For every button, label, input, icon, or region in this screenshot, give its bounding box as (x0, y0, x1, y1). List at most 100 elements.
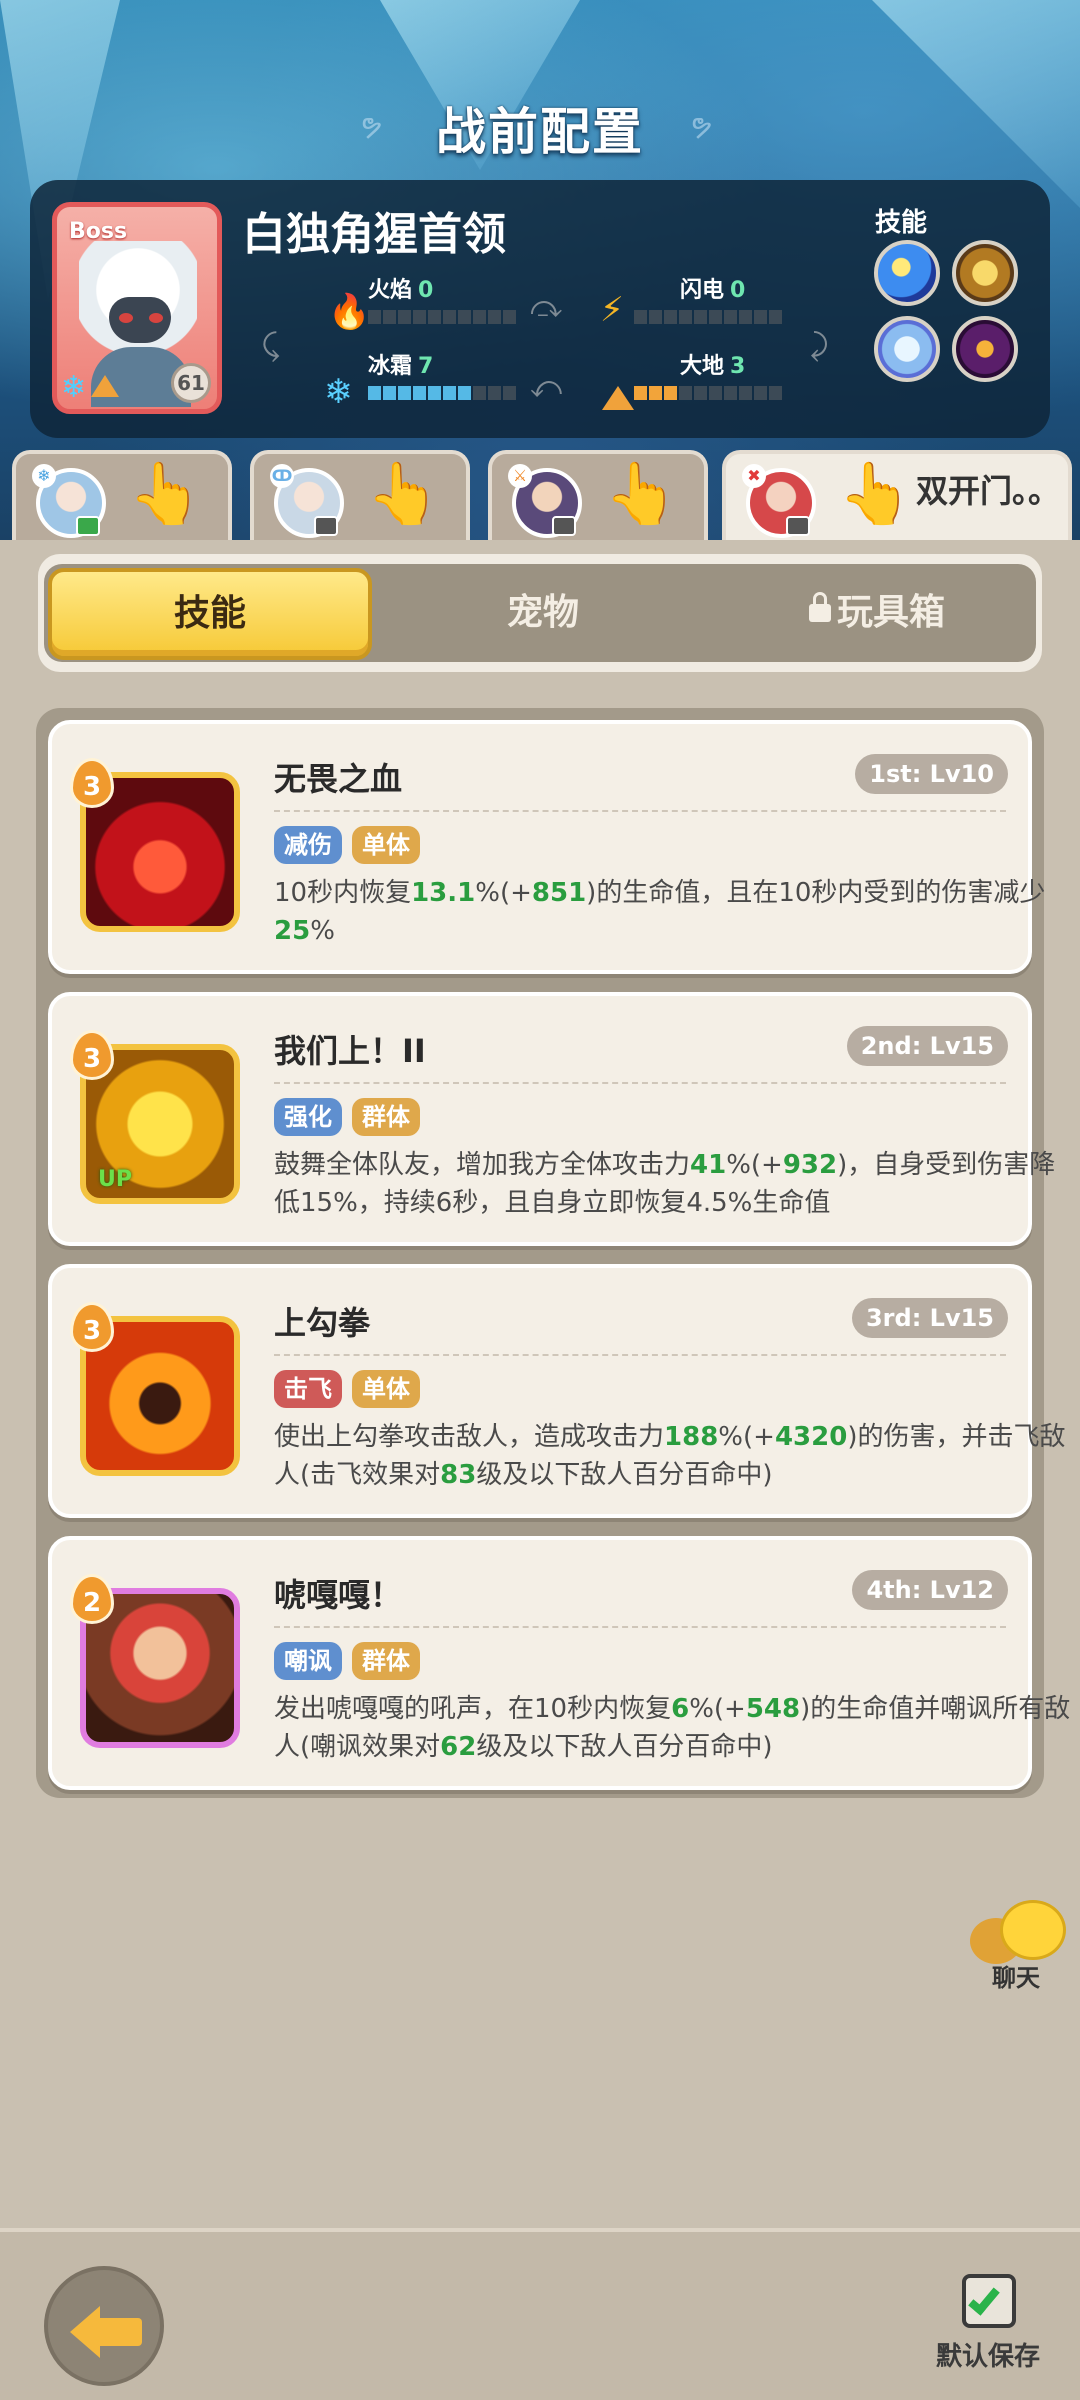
boss-eye (149, 313, 163, 323)
frost-stat-bar (368, 386, 516, 400)
skill-card[interactable]: 3 上勾拳 3rd: Lv15 击飞 单体 使出上勾拳攻击敌人，造成攻击力188… (48, 1264, 1065, 1518)
star-burst-icon[interactable] (874, 240, 940, 306)
battle-scene-background: ຯ ຯ 战前配置 Boss ❄ 61 白独角猩首领 🔥 火焰 0 ⚡ 闪电 0 ❄ … (0, 0, 1080, 560)
skill-tag: 单体 (352, 1370, 420, 1408)
skill-slot-badge: 1st: Lv10 (855, 754, 1008, 794)
hero-tab-4[interactable]: ✖ 👆 双开门。。 (722, 450, 1072, 540)
divider (274, 1354, 1006, 1356)
earth-bar-segment (694, 386, 707, 400)
chat-button[interactable]: 聊天 (970, 1900, 1080, 2000)
earth-bar-segment (754, 386, 767, 400)
cross-mark-icon: ✖ (742, 464, 766, 488)
skill-description: 10秒内恢复13.1%(+851)的生命值，且在10秒内受到的伤害减少25% (274, 878, 1046, 946)
skill-tags: 强化 群体 (274, 1098, 420, 1136)
tap-hand-icon: 👆 (838, 459, 913, 529)
frost-element-icon: ❄ (61, 370, 87, 405)
fire-bar-segment (413, 310, 426, 324)
frost-stat-label: 冰霜 7 (368, 354, 434, 379)
lightning-bar-segment (664, 310, 677, 324)
back-arrow-icon (96, 2318, 142, 2346)
fire-bar-segment (503, 310, 516, 324)
controller-badge-icon (786, 516, 810, 536)
boss-level-badge: 61 (171, 363, 211, 403)
skill-card[interactable]: 2 唬嘎嘎！ 4th: Lv12 嘲讽 群体 发出唬嘎嘎的吼声，在10秒内恢复6… (48, 1536, 1070, 1790)
fire-bar-segment (428, 310, 441, 324)
fire-bar-segment (488, 310, 501, 324)
frost-icon: ❄ (324, 372, 353, 412)
frost-bar-segment (443, 386, 456, 400)
skill-tag: 群体 (352, 1098, 420, 1136)
tab-toybox-label: 玩具箱 (836, 592, 945, 633)
lightning-bar-segment (634, 310, 647, 324)
footer-bar: 默认保存 (0, 2228, 1080, 2400)
frost-bar-segment (368, 386, 381, 400)
lightning-bar-segment (709, 310, 722, 324)
checkmark-icon (968, 2282, 1000, 2316)
main-content: 技能 宠物 玩具箱 3 无畏之血 1st: Lv10 减伤 单体 10秒内恢复1… (0, 540, 1080, 2400)
hero-tab-1[interactable]: ❄ 👆 (12, 450, 232, 540)
chat-label: 聊天 (992, 1964, 1040, 1992)
default-save-checkbox[interactable] (962, 2274, 1016, 2328)
boss-portrait-card[interactable]: Boss ❄ 61 (52, 202, 222, 414)
tab-track: 技能 宠物 玩具箱 (44, 564, 1036, 662)
skill-description: 发出唬嘎嘎的吼声，在10秒内恢复6%(+548)的生命值并嘲讽所有敌人(嘲讽效果… (274, 1694, 1071, 1762)
earth-bar-segment (709, 386, 722, 400)
default-save-label: 默认保存 (936, 2342, 1041, 2372)
skill-name: 唬嘎嘎！ (274, 1576, 403, 1614)
dark-flame-icon[interactable] (952, 316, 1018, 382)
frost-bar-segment (413, 386, 426, 400)
tab-toybox[interactable]: 玩具箱 (712, 564, 1042, 662)
earth-bar-segment (769, 386, 782, 400)
hero-tab-3[interactable]: ⚔ 👆 (488, 450, 708, 540)
frost-bar-segment (398, 386, 411, 400)
skill-rank-badge: 2 (70, 1574, 114, 1624)
fire-bar-segment (368, 310, 381, 324)
ice-crystal-icon[interactable] (874, 316, 940, 382)
cycle-arrow-icon: ⤸ (810, 328, 828, 363)
skill-name: 无畏之血 (274, 760, 403, 798)
earth-element-icon (91, 375, 119, 397)
wind-mark-icon: ↀ (270, 464, 294, 488)
skill-card[interactable]: UP 3 我们上！II 2nd: Lv15 强化 群体 鼓舞全体队友，增加我方全… (48, 992, 1055, 1246)
divider (274, 810, 1006, 812)
skill-card[interactable]: 3 无畏之血 1st: Lv10 减伤 单体 10秒内恢复13.1%(+851)… (48, 720, 1045, 974)
divider (274, 1626, 1006, 1628)
skill-tags: 嘲讽 群体 (274, 1642, 420, 1680)
lightning-bar-segment (649, 310, 662, 324)
fire-bar-segment (398, 310, 411, 324)
skill-tags: 击飞 单体 (274, 1370, 420, 1408)
page-title: 战前配置 (436, 103, 644, 161)
skill-name: 上勾拳 (274, 1304, 371, 1342)
skill-tag: 群体 (352, 1642, 420, 1680)
skill-description: 鼓舞全体队友，增加我方全体攻击力41%(+932)，自身受到伤害降低15%，持续… (274, 1150, 1056, 1218)
lightning-bar-segment (769, 310, 782, 324)
chat-bubble-icon (1000, 1900, 1066, 1960)
tab-skills[interactable]: 技能 (48, 568, 372, 660)
skill-rank-badge: 3 (70, 758, 114, 808)
tab-pets[interactable]: 宠物 (378, 564, 708, 662)
lightning-stat-bar (634, 310, 782, 324)
config-tab-strip: 技能 宠物 玩具箱 (38, 554, 1042, 672)
lightning-bar-segment (724, 310, 737, 324)
skill-slot-badge: 2nd: Lv15 (846, 1026, 1008, 1066)
hero-tab-2[interactable]: ↀ 👆 (250, 450, 470, 540)
lightning-stat-label: 闪电 0 (680, 278, 746, 303)
frost-bar-segment (383, 386, 396, 400)
skill-rank-badge: 3 (70, 1030, 114, 1080)
fire-bar-segment (458, 310, 471, 324)
earth-icon (602, 386, 634, 410)
earth-bar-segment (724, 386, 737, 400)
tap-hand-icon: 👆 (604, 459, 679, 529)
skill-rank-badge: 3 (70, 1302, 114, 1352)
boss-info-panel: Boss ❄ 61 白独角猩首领 🔥 火焰 0 ⚡ 闪电 0 ❄ 冰霜 7 大地 3 ⤼… (30, 180, 1050, 438)
cycle-arrow-icon: ⤼ (530, 290, 563, 325)
back-button[interactable] (44, 2266, 164, 2386)
skill-tag: 嘲讽 (274, 1642, 342, 1680)
earth-bar-segment (664, 386, 677, 400)
skill-tags: 减伤 单体 (274, 826, 420, 864)
controller-badge-icon (552, 516, 576, 536)
golden-beast-icon[interactable] (952, 240, 1018, 306)
lightning-icon: ⚡ (600, 290, 624, 330)
frost-bar-segment (428, 386, 441, 400)
cycle-arrow-icon: ⤹ (262, 328, 280, 363)
